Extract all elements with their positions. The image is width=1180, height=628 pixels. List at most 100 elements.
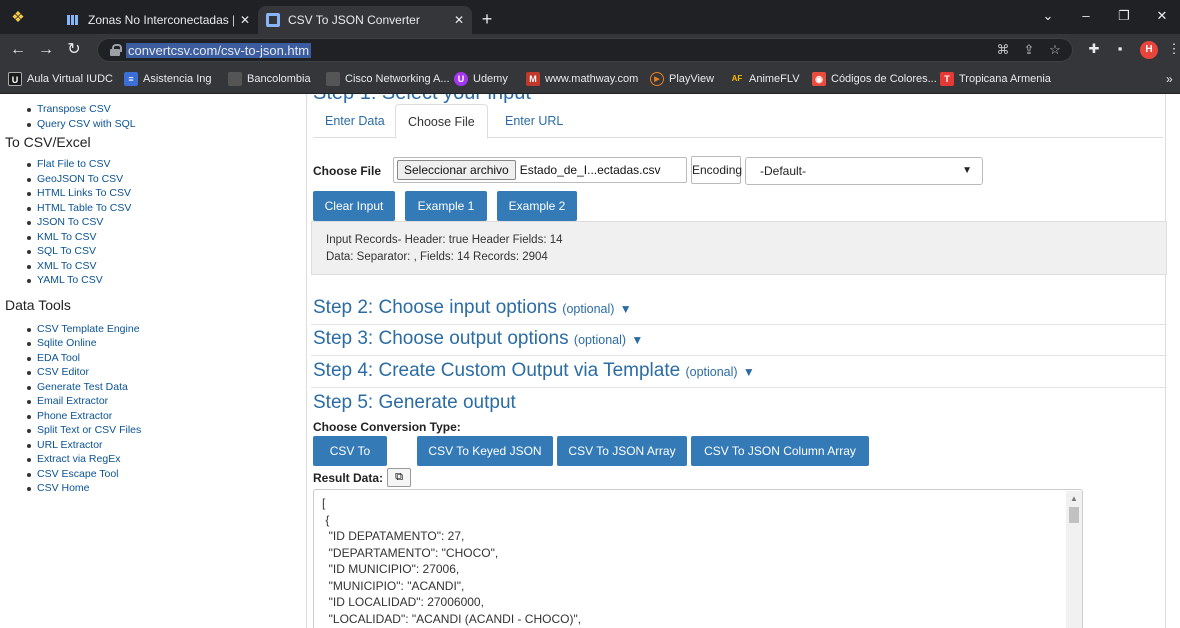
scroll-thumb[interactable] (1069, 507, 1079, 523)
reload-icon[interactable]: ↻ (64, 40, 84, 60)
encoding-select[interactable]: -Default- ▼ (745, 157, 983, 185)
extensions-icon[interactable]: ✚ (1084, 41, 1104, 57)
sidebar-link[interactable]: Sqlite Online (27, 336, 300, 351)
info-line-header: Input Records- Header: true Header Field… (326, 234, 563, 246)
window-close-icon[interactable]: ✕ (1150, 8, 1174, 24)
browser-app-icon[interactable]: ❖ (10, 10, 26, 26)
tab-choose-file[interactable]: Choose File (395, 104, 488, 139)
input-tabs: Enter Data Choose File Enter URL (313, 104, 1163, 139)
sidebar-link[interactable]: HTML Links To CSV (27, 186, 300, 201)
sidebar-link[interactable]: XML To CSV (27, 259, 300, 274)
example-1-button[interactable]: Example 1 (405, 191, 487, 221)
close-icon[interactable]: ✕ (240, 13, 250, 27)
sidebar-link[interactable]: CSV Editor (27, 365, 300, 380)
sidebar-link[interactable]: YAML To CSV (27, 273, 300, 288)
encoding-label: Encoding (691, 156, 742, 184)
bookmark-favicon-icon (228, 72, 242, 86)
file-input[interactable]: Seleccionar archivo Estado_de_I...ectada… (393, 157, 687, 183)
minimize-icon[interactable]: – (1074, 8, 1098, 23)
bookmark-item[interactable]: ◉ Códigos de Colores... (812, 72, 937, 86)
bookmarks-bar: U Aula Virtual IUDC ≡ Asistencia Ing Banco… (0, 66, 1180, 94)
step2-toggle[interactable]: Step 2: Choose input options (optional) … (313, 297, 632, 319)
bookmark-star-icon[interactable]: ☆ (1046, 42, 1064, 58)
sidebar-link[interactable]: Split Text or CSV Files (27, 423, 300, 438)
tab-enter-data[interactable]: Enter Data (313, 104, 397, 139)
scroll-up-icon[interactable]: ▲ (1070, 494, 1078, 503)
step3-toggle[interactable]: Step 3: Choose output options (optional)… (313, 328, 643, 350)
choose-file-label: Choose File (313, 164, 382, 178)
sidebar-link[interactable]: JSON To CSV (27, 215, 300, 230)
bookmark-favicon-icon: ▶ (650, 72, 664, 86)
bookmark-favicon-icon: ◉ (812, 72, 826, 86)
bookmark-favicon-icon: M (526, 72, 540, 86)
lock-icon[interactable] (110, 44, 122, 56)
example-2-button[interactable]: Example 2 (497, 191, 577, 221)
profile-avatar[interactable]: H (1140, 41, 1158, 59)
copy-icon[interactable]: ⧉ (387, 468, 411, 487)
bookmarks-overflow-icon[interactable]: » (1166, 72, 1173, 86)
address-bar[interactable]: convertcsv.com/csv-to-json.htm ⌘ ⇪ ☆ (97, 38, 1073, 62)
translate-icon[interactable]: ⌘ (994, 42, 1012, 58)
select-file-button[interactable]: Seleccionar archivo (397, 160, 516, 180)
sidebar-list-to-csv: Flat File to CSV GeoJSON To CSV HTML Lin… (27, 157, 300, 288)
new-tab-icon[interactable]: + (476, 9, 498, 31)
close-icon[interactable]: ✕ (454, 13, 464, 27)
sidebar-link[interactable]: GeoJSON To CSV (27, 172, 300, 187)
clear-input-button[interactable]: Clear Input (313, 191, 395, 221)
share-icon[interactable]: ⇪ (1020, 42, 1038, 58)
csv-to-json-array-button[interactable]: CSV To JSON Array (557, 436, 687, 466)
browser-tab-zonas[interactable]: Zonas No Interconectadas | Dato ✕ (58, 6, 258, 34)
sidebar-link[interactable]: SQL To CSV (27, 244, 300, 259)
sidebar-heading: To CSV/Excel (5, 134, 91, 150)
browser-tab-csv-to-json[interactable]: CSV To JSON Converter ✕ (258, 6, 472, 34)
chevron-down-icon: ▼ (631, 333, 644, 347)
side-panel-icon[interactable]: ▪ (1110, 41, 1130, 56)
result-textarea[interactable]: [ { "ID DEPATAMENTO": 27, "DEPARTAMENTO"… (313, 489, 1083, 628)
sidebar-link[interactable]: Email Extractor (27, 394, 300, 409)
sidebar-link[interactable]: CSV Template Engine (27, 322, 300, 337)
sidebar-list-data-tools: CSV Template Engine Sqlite Online EDA To… (27, 322, 300, 496)
bookmark-item[interactable]: Bancolombia (228, 72, 311, 86)
csv-to-json-column-array-button[interactable]: CSV To JSON Column Array (691, 436, 869, 466)
sidebar-link[interactable]: HTML Table To CSV (27, 201, 300, 216)
tab-search-icon[interactable]: ⌄ (1036, 8, 1060, 24)
bookmark-item[interactable]: ≡ Asistencia Ing (124, 72, 211, 86)
sidebar-link[interactable]: EDA Tool (27, 351, 300, 366)
info-line-data: Data: Separator: , Fields: 14 Records: 2… (326, 251, 548, 263)
divider (311, 387, 1167, 388)
bookmark-item[interactable]: Mwww.mathway.com (526, 72, 638, 86)
bookmark-item[interactable]: Cisco Networking A... (326, 72, 450, 86)
sidebar-link[interactable]: Flat File to CSV (27, 157, 300, 172)
bookmark-item[interactable]: AF AnimeFLV (730, 72, 800, 86)
encoding-value: -Default- (760, 164, 807, 178)
sidebar-link[interactable]: CSV Home (27, 481, 300, 496)
csv-to-keyed-json-button[interactable]: CSV To Keyed JSON (417, 436, 553, 466)
sidebar-link[interactable]: KML To CSV (27, 230, 300, 245)
tab-enter-url[interactable]: Enter URL (493, 104, 575, 139)
bar-chart-icon (66, 13, 80, 27)
result-scrollbar[interactable]: ▲ (1066, 491, 1082, 628)
back-icon[interactable]: ← (8, 40, 28, 60)
sidebar-link[interactable]: Transpose CSV (27, 102, 300, 117)
bookmark-item[interactable]: ▶ PlayView (650, 72, 714, 86)
input-info-box: Input Records- Header: true Header Field… (311, 221, 1167, 275)
forward-icon[interactable]: → (36, 40, 56, 60)
csv-to-json-button[interactable]: CSV To JSON (313, 436, 387, 488)
sidebar-link[interactable]: Phone Extractor (27, 409, 300, 424)
selected-file-name: Estado_de_I...ectadas.csv (519, 163, 661, 177)
restore-icon[interactable]: ❐ (1112, 8, 1136, 24)
step4-toggle[interactable]: Step 4: Create Custom Output via Templat… (313, 360, 755, 382)
menu-icon[interactable]: ⋮ (1164, 41, 1180, 57)
bookmark-item[interactable]: U Aula Virtual IUDC (8, 72, 113, 86)
sidebar-link[interactable]: Extract via RegEx (27, 452, 300, 467)
sidebar-link[interactable]: Query CSV with SQL (27, 117, 300, 132)
bookmark-item[interactable]: U Udemy (454, 72, 508, 86)
step5-heading: Step 5: Generate output (313, 392, 516, 413)
sidebar-link[interactable]: URL Extractor (27, 438, 300, 453)
document-icon (266, 13, 280, 27)
bookmark-item[interactable]: T Tropicana Armenia (940, 72, 1051, 86)
sidebar-link[interactable]: CSV Escape Tool (27, 467, 300, 482)
result-json-text: [ { "ID DEPATAMENTO": 27, "DEPARTAMENTO"… (322, 496, 582, 626)
tab-title: Zonas No Interconectadas | Dato (88, 13, 234, 27)
sidebar-link[interactable]: Generate Test Data (27, 380, 300, 395)
